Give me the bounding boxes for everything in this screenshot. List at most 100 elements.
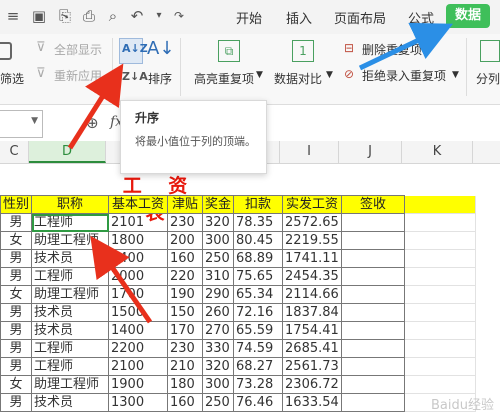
table-cell[interactable]: 技术员 (31, 321, 110, 340)
header-cell[interactable]: 实发工资 (282, 195, 343, 214)
show-all-button[interactable]: 全部显示 (54, 41, 102, 58)
table-cell[interactable] (341, 375, 406, 394)
empty-cell[interactable] (404, 231, 477, 250)
tab-insert[interactable]: 插入 (286, 8, 312, 27)
table-cell[interactable]: 工程师 (31, 213, 110, 232)
table-cell[interactable]: 2561.73 (282, 357, 343, 376)
empty-cell[interactable] (404, 195, 477, 214)
table-cell[interactable]: 工程师 (31, 339, 110, 358)
column-header-c[interactable]: C (0, 141, 29, 163)
table-cell[interactable]: 250 (202, 249, 235, 268)
table-cell[interactable]: 210 (167, 357, 204, 376)
reapply-button[interactable]: 重新应用 (54, 67, 102, 84)
table-cell[interactable]: 男 (0, 339, 33, 358)
table-cell[interactable]: 300 (202, 375, 235, 394)
chevron-down-icon[interactable]: ▼ (452, 70, 459, 80)
table-cell[interactable]: 2219.55 (282, 231, 343, 250)
table-cell[interactable]: 1400 (108, 321, 169, 340)
table-cell[interactable]: 270 (202, 321, 235, 340)
table-cell[interactable] (341, 267, 406, 286)
print-icon[interactable]: ⎙ (80, 7, 98, 25)
empty-cell[interactable] (404, 375, 477, 394)
tab-formulas[interactable]: 公式 (408, 8, 434, 27)
table-cell[interactable]: 320 (202, 357, 235, 376)
table-cell[interactable] (341, 303, 406, 322)
column-header-k[interactable]: K (402, 141, 473, 163)
table-cell[interactable]: 1500 (108, 303, 169, 322)
table-cell[interactable]: 1741.11 (282, 249, 343, 268)
table-cell[interactable]: 1633.54 (282, 393, 343, 412)
table-cell[interactable] (341, 339, 406, 358)
table-cell[interactable]: 男 (0, 357, 33, 376)
table-cell[interactable]: 290 (202, 285, 235, 304)
sort-button[interactable]: 排序 (148, 70, 172, 87)
table-cell[interactable]: 1837.84 (282, 303, 343, 322)
table-cell[interactable]: 2454.35 (282, 267, 343, 286)
empty-cell[interactable] (404, 303, 477, 322)
table-cell[interactable]: 助理工程师 (31, 375, 110, 394)
table-cell[interactable]: 180 (167, 375, 204, 394)
column-header-j[interactable]: J (339, 141, 402, 163)
header-cell[interactable]: 奖金 (202, 195, 235, 214)
data-compare-button[interactable]: 数据对比 (274, 70, 322, 87)
column-header-d[interactable]: D (29, 141, 106, 163)
table-cell[interactable]: 2572.65 (282, 213, 343, 232)
table-cell[interactable]: 男 (0, 267, 33, 286)
table-cell[interactable]: 1754.41 (282, 321, 343, 340)
header-cell[interactable]: 扣款 (233, 195, 284, 214)
table-cell[interactable]: 320 (202, 213, 235, 232)
table-cell[interactable]: 160 (167, 393, 204, 412)
split-column-button[interactable]: 分列 (476, 70, 500, 87)
table-cell[interactable]: 男 (0, 213, 33, 232)
table-cell[interactable]: 1700 (108, 285, 169, 304)
header-cell[interactable]: 性别 (0, 195, 33, 214)
print-preview-icon[interactable]: ⌕ (104, 7, 122, 25)
table-cell[interactable]: 女 (0, 231, 33, 250)
custom-sort-icon[interactable]: A↓ (147, 38, 174, 59)
table-cell[interactable] (341, 357, 406, 376)
table-cell[interactable]: 1800 (108, 231, 169, 250)
table-cell[interactable]: 200 (167, 231, 204, 250)
table-cell[interactable]: 2000 (108, 267, 169, 286)
table-cell[interactable]: 230 (167, 213, 204, 232)
table-cell[interactable] (341, 249, 406, 268)
table-cell[interactable]: 73.28 (233, 375, 284, 394)
table-cell[interactable]: 78.35 (233, 213, 284, 232)
empty-cell[interactable] (404, 321, 477, 340)
table-cell[interactable]: 技术员 (31, 393, 110, 412)
table-cell[interactable]: 80.45 (233, 231, 284, 250)
table-cell[interactable]: 76.46 (233, 393, 284, 412)
table-cell[interactable]: 68.89 (233, 249, 284, 268)
table-cell[interactable]: 技术员 (31, 249, 110, 268)
header-cell[interactable]: 基本工资 (108, 195, 169, 214)
table-cell[interactable]: 2114.66 (282, 285, 343, 304)
table-cell[interactable]: 2685.41 (282, 339, 343, 358)
empty-cell[interactable] (404, 213, 477, 232)
tab-data[interactable]: 数据 (446, 4, 490, 28)
tab-page-layout[interactable]: 页面布局 (334, 8, 386, 27)
delete-duplicates-button[interactable]: 删除重复项 (362, 41, 422, 58)
header-cell[interactable]: 职称 (31, 195, 110, 214)
table-cell[interactable]: 工程师 (31, 357, 110, 376)
empty-cell[interactable] (404, 285, 477, 304)
undo-icon[interactable]: ↶ (128, 7, 146, 25)
table-cell[interactable]: 2100 (108, 357, 169, 376)
chevron-down-icon[interactable]: ▼ (31, 116, 38, 126)
table-cell[interactable]: 2101 (108, 213, 169, 232)
table-cell[interactable]: 68.27 (233, 357, 284, 376)
export-pdf-icon[interactable]: ⎘ (56, 7, 74, 25)
table-cell[interactable]: 75.65 (233, 267, 284, 286)
empty-cell[interactable] (404, 267, 477, 286)
column-header-i[interactable]: I (280, 141, 339, 163)
name-box[interactable]: ▼ (0, 110, 43, 138)
table-cell[interactable]: 男 (0, 393, 33, 412)
table-cell[interactable]: 65.34 (233, 285, 284, 304)
filter-button[interactable]: 筛选 (0, 70, 24, 87)
table-cell[interactable]: 2306.72 (282, 375, 343, 394)
save-icon[interactable]: ▣ (30, 7, 48, 25)
table-cell[interactable]: 260 (202, 303, 235, 322)
table-cell[interactable]: 170 (167, 321, 204, 340)
table-cell[interactable]: 男 (0, 321, 33, 340)
table-cell[interactable] (341, 231, 406, 250)
table-cell[interactable] (341, 321, 406, 340)
